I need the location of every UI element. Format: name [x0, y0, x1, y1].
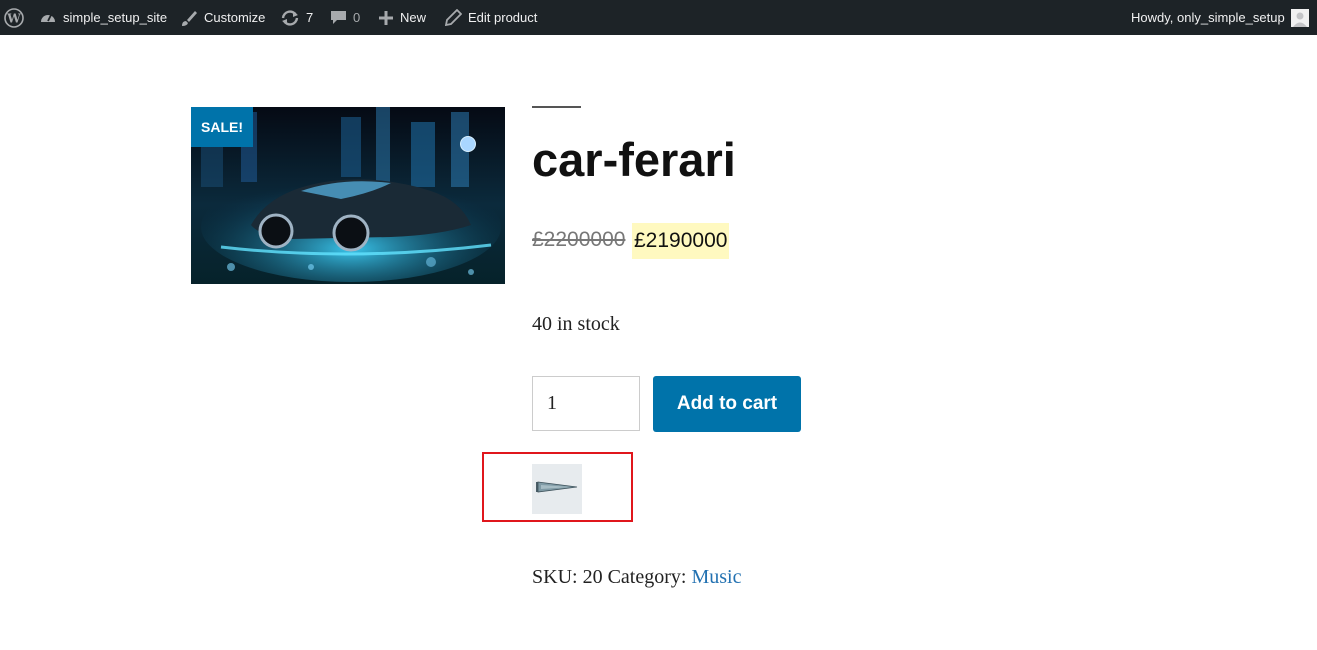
sale-price: £2190000	[632, 223, 730, 259]
stock-status: 40 in stock	[532, 313, 620, 335]
wordpress-logo-button[interactable]: W	[4, 0, 30, 35]
wordpress-logo-icon: W	[4, 7, 24, 28]
product-meta: SKU: 20 Category: Music	[532, 566, 741, 589]
comments-link[interactable]: 0	[330, 0, 360, 35]
edit-product-label: Edit product	[468, 10, 538, 25]
title-divider	[532, 106, 581, 108]
updates-link[interactable]: 7	[280, 0, 313, 35]
avatar-icon	[1290, 8, 1309, 27]
gallery-thumbnail[interactable]	[532, 464, 582, 514]
admin-bar: W simple_setup_site Customize 7 0 New Ed…	[0, 0, 1317, 35]
site-name: simple_setup_site	[63, 10, 168, 25]
updates-icon	[280, 9, 300, 27]
brush-icon	[180, 9, 198, 27]
new-content-link[interactable]: New	[378, 0, 426, 35]
updates-count: 7	[306, 10, 314, 25]
sale-badge: SALE!	[191, 107, 253, 147]
dashboard-icon	[39, 9, 57, 27]
edit-product-link[interactable]: Edit product	[445, 0, 537, 35]
site-name-link[interactable]: simple_setup_site	[39, 0, 167, 35]
greeting: Howdy, only_simple_setup	[1131, 10, 1285, 25]
comments-count: 0	[353, 10, 361, 25]
comment-icon	[330, 9, 347, 26]
customize-label: Customize	[204, 10, 266, 25]
account-menu[interactable]: Howdy, only_simple_setup	[1131, 0, 1309, 35]
sku-label: SKU:	[532, 566, 578, 588]
add-to-cart-button[interactable]: Add to cart	[653, 376, 801, 432]
zoom-icon[interactable]	[460, 136, 476, 152]
regular-price: £2200000	[532, 228, 626, 251]
plus-icon	[378, 10, 394, 26]
svg-text:W: W	[6, 11, 21, 25]
quantity-input[interactable]	[532, 376, 640, 431]
sku-value: 20	[582, 566, 603, 588]
pennant-icon	[535, 480, 579, 499]
category-label: Category:	[607, 566, 687, 588]
customize-link[interactable]: Customize	[180, 0, 265, 35]
product-title: car-ferari	[532, 133, 736, 186]
category-link[interactable]: Music	[691, 566, 741, 588]
pencil-icon	[445, 9, 462, 26]
new-label: New	[400, 10, 427, 25]
